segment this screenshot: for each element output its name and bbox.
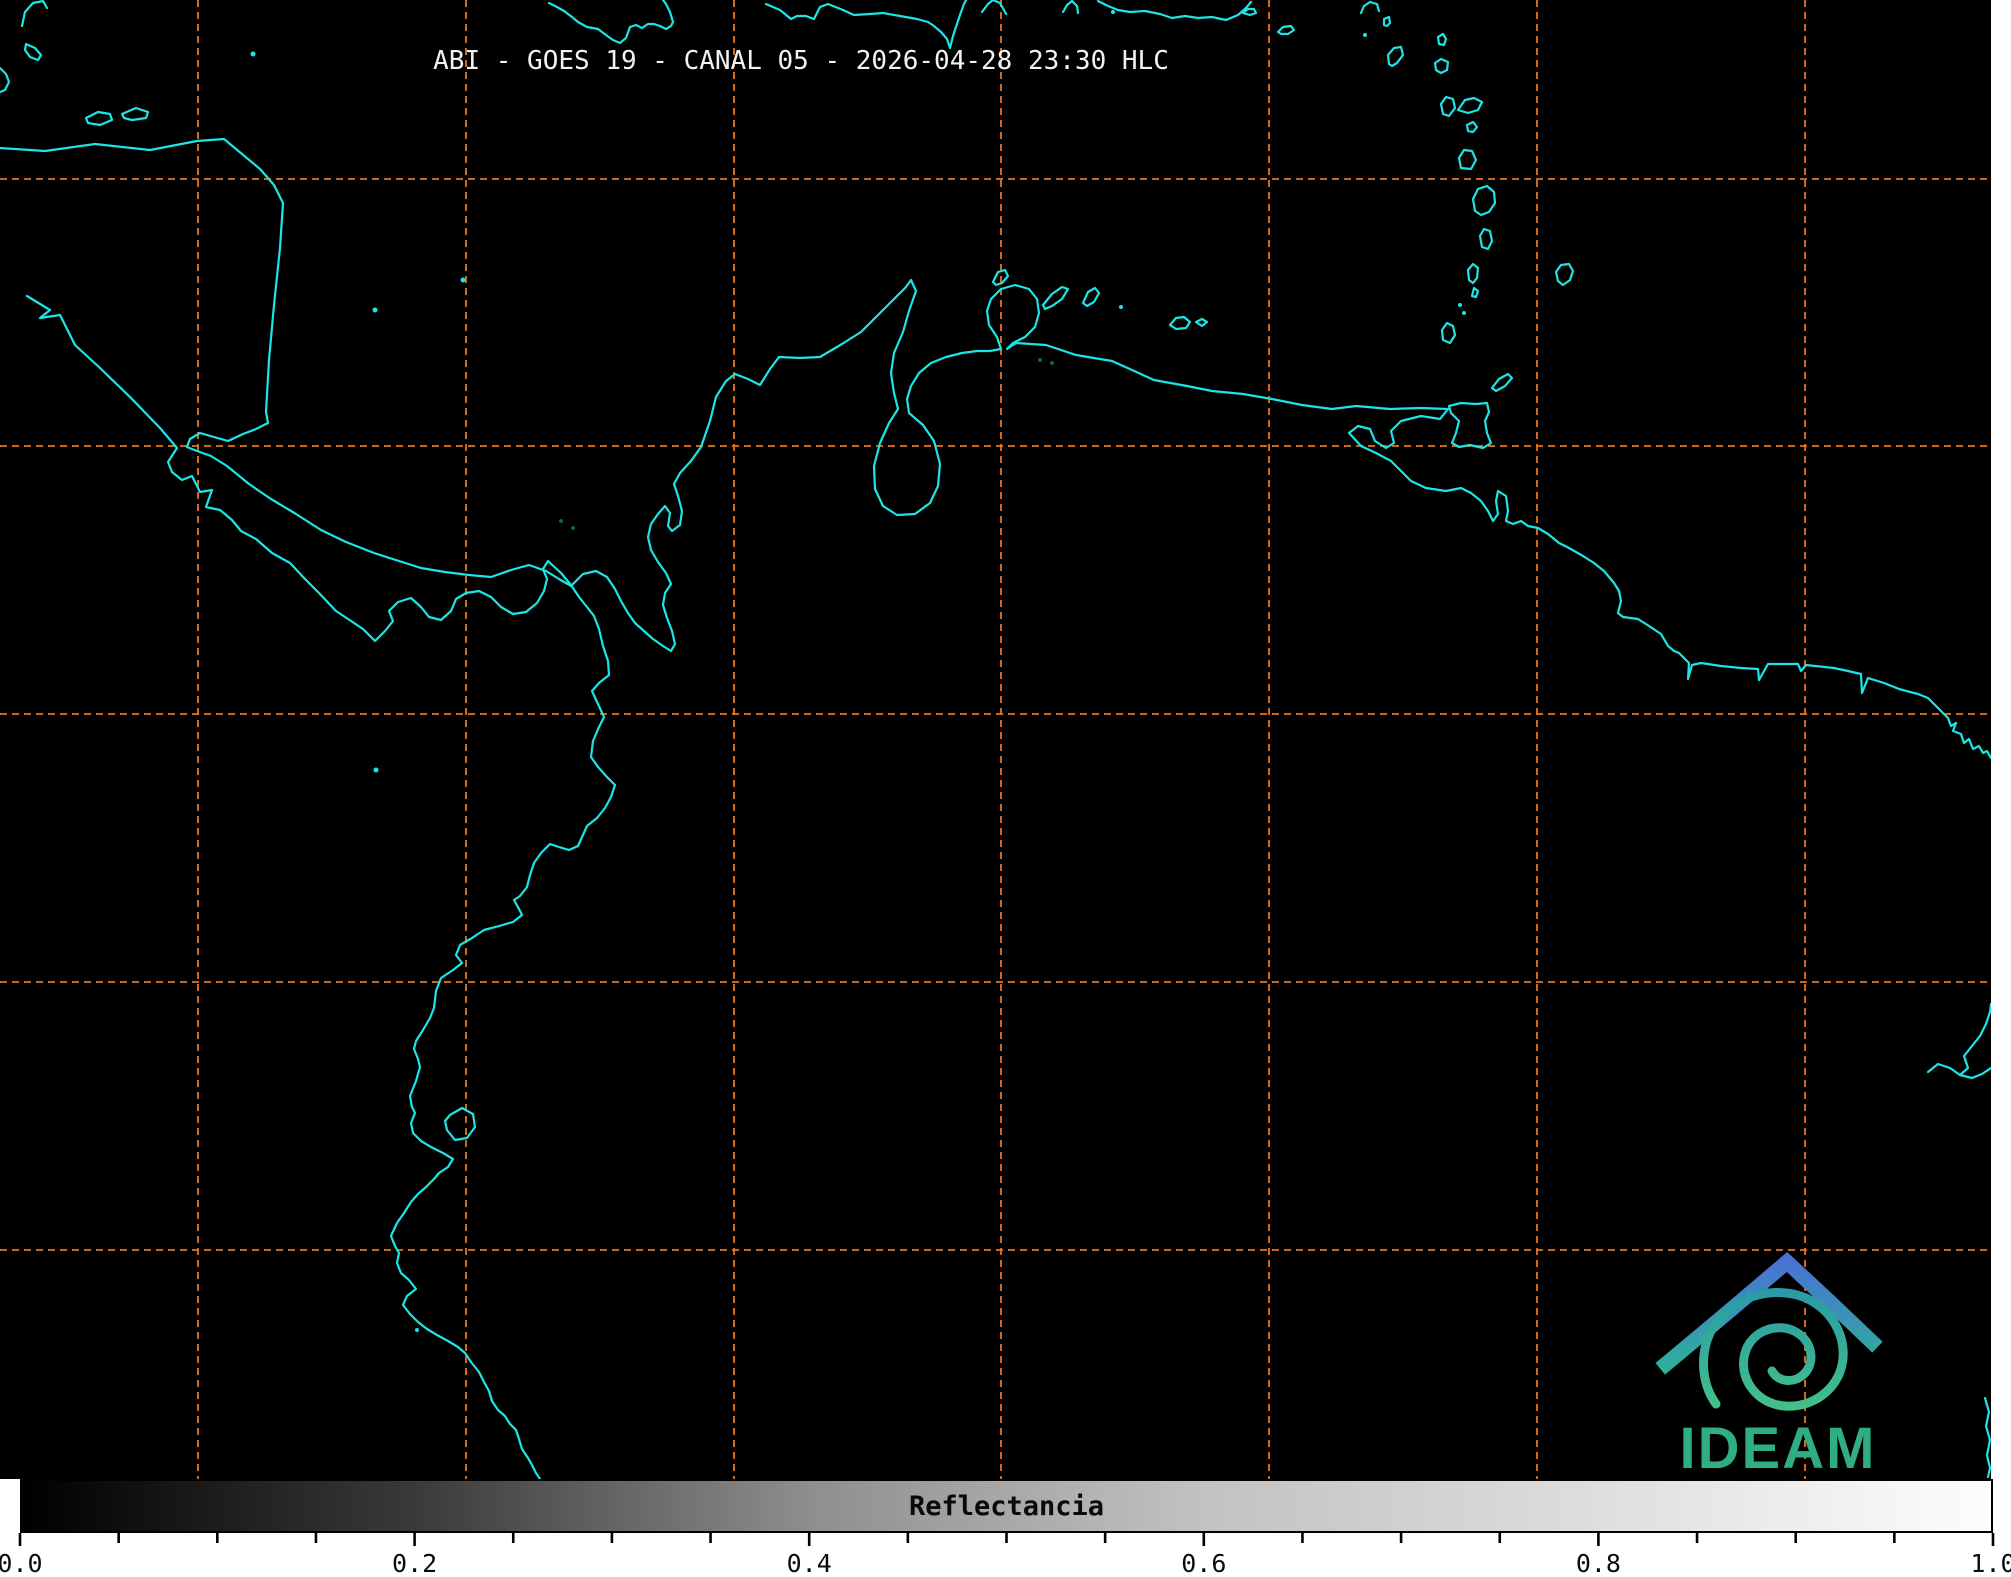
colorbar-label: Reflectancia bbox=[22, 1481, 1991, 1531]
satellite-image-viewer: ABI - GOES 19 - CANAL 05 - 2026-04-28 23… bbox=[0, 0, 2011, 1577]
tick-label: 0.8 bbox=[1576, 1549, 1621, 1577]
tick-label: 0.6 bbox=[1181, 1549, 1226, 1577]
tick-label: 0.2 bbox=[392, 1549, 437, 1577]
island-dot bbox=[415, 1328, 419, 1332]
island-dot bbox=[251, 52, 256, 57]
tick-label: 0.4 bbox=[787, 1549, 832, 1577]
cloud-speck bbox=[1050, 361, 1054, 365]
tick-label: 0.0 bbox=[0, 1549, 43, 1577]
island-dot bbox=[374, 768, 379, 773]
cloud-speck bbox=[559, 519, 563, 523]
logo-text: IDEAM bbox=[1680, 1416, 1877, 1481]
cloud-speck bbox=[571, 526, 575, 530]
island-dot bbox=[1458, 303, 1462, 307]
island-dot bbox=[373, 308, 378, 313]
cloud-speck bbox=[1038, 358, 1042, 362]
tick-label: 1.0 bbox=[1970, 1549, 2011, 1577]
image-title: ABI - GOES 19 - CANAL 05 - 2026-04-28 23… bbox=[433, 46, 1169, 76]
colorbar: Reflectancia bbox=[20, 1479, 1993, 1533]
logo-spiral-icon bbox=[1704, 1293, 1844, 1407]
island-dot bbox=[1462, 311, 1466, 315]
colorbar-axis: 0.0 0.2 0.4 0.6 0.8 1.0 bbox=[0, 1533, 2011, 1577]
ideam-logo: IDEAM bbox=[1650, 1242, 1910, 1482]
island-dot bbox=[1363, 33, 1367, 37]
island-dot bbox=[461, 278, 466, 283]
island-dot bbox=[1111, 10, 1115, 14]
island-dot bbox=[1119, 305, 1123, 309]
